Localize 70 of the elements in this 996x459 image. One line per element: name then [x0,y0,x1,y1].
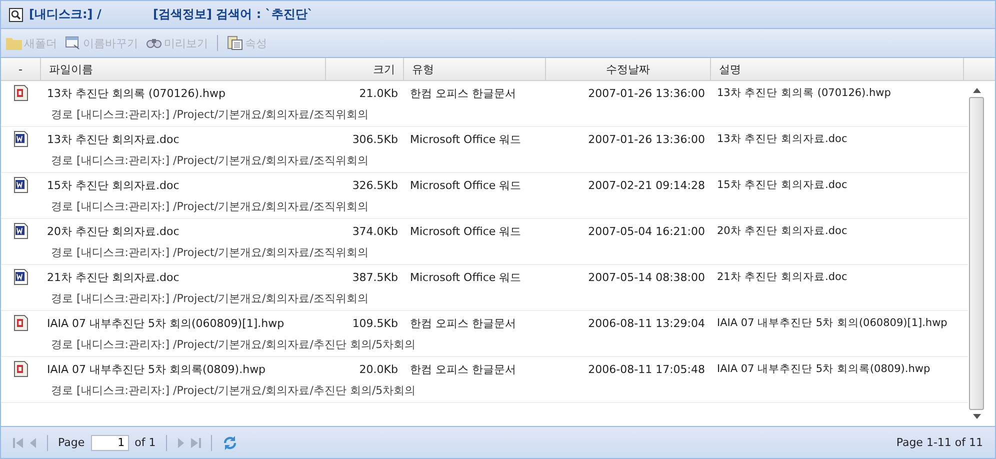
file-size: 374.0Kb [351,224,399,238]
file-type: 한컴 오피스 한글문서 [409,362,517,376]
folder-icon [6,36,22,50]
word-file-icon [14,223,28,239]
file-path: 경로 [내디스크:관리자:] /Project/기본개요/회의자료/조직위회의 [50,198,368,214]
file-type: Microsoft Office 워드 [409,270,522,284]
hwp-file-icon [14,85,28,101]
modified-date: 2006-08-11 17:05:48 [587,362,706,376]
search-icon [9,8,23,22]
modified-date: 2007-02-21 09:14:28 [587,178,706,192]
file-description: 13차 추진단 회의자료.doc [716,132,848,146]
file-name[interactable]: 13차 추진단 회의자료.doc [41,132,326,146]
column-header[interactable]: 수정날짜 [546,58,711,80]
window-icon [65,36,81,50]
word-file-icon [14,131,28,147]
page-count: of 1 [134,436,156,449]
file-size: 306.5Kb [351,132,399,146]
file-path: 경로 [내디스크:관리자:] /Project/기본개요/회의자료/추진단 회의/5차회의 [50,382,416,398]
page-label: Page [58,436,85,449]
file-path: 경로 [내디스크:관리자:] /Project/기본개요/회의자료/조직위회의 [50,106,368,122]
search-info: [검색정보] 검색어 : `추진단` [153,6,314,23]
file-size: 326.5Kb [351,178,399,192]
modified-date: 2007-05-14 08:38:00 [587,270,706,284]
location-path: [내디스크:] / [29,6,102,23]
file-type: Microsoft Office 워드 [409,132,522,146]
hwp-file-icon [14,315,28,331]
column-header[interactable]: - [1,58,41,80]
word-file-icon [14,177,28,193]
file-size: 21.0Kb [358,86,399,100]
file-name[interactable]: 13차 추진단 회의록 (070126).hwp [41,86,326,100]
scroll-down-icon[interactable] [972,414,980,420]
file-name[interactable]: IAIA 07 내부추진단 5차 회의(060809)[1].hwp [41,316,326,330]
document-icon [227,36,243,50]
page-summary: Page 1-11 of 11 [896,436,983,449]
file-description: 20차 추진단 회의자료.doc [716,224,848,238]
file-path: 경로 [내디스크:관리자:] /Project/기본개요/회의자료/조직위회의 [50,152,368,168]
column-header[interactable]: 크기 [326,58,404,80]
file-size: 109.5Kb [351,316,399,330]
modified-date: 2007-01-26 13:36:00 [587,86,706,100]
file-name[interactable]: IAIA 07 내부추진단 5차 회의록(0809).hwp [41,362,326,376]
file-description: 21차 추진단 회의자료.doc [716,270,848,284]
page-input[interactable]: 1 [90,434,129,450]
file-description: 13차 추진단 회의록 (070126).hwp [716,86,892,100]
file-path: 경로 [내디스크:관리자:] /Project/기본개요/회의자료/조직위회의 [50,290,368,306]
file-description: IAIA 07 내부추진단 5차 회의(060809)[1].hwp [716,316,948,330]
file-name[interactable]: 15차 추진단 회의자료.doc [41,178,326,192]
modified-date: 2007-05-04 16:21:00 [587,224,706,238]
file-type: Microsoft Office 워드 [409,178,522,192]
column-header[interactable]: 설명 [711,58,964,80]
file-path: 경로 [내디스크:관리자:] /Project/기본개요/회의자료/추진단 회의/5차회의 [50,336,416,352]
file-size: 387.5Kb [351,270,399,284]
file-name[interactable]: 21차 추진단 회의자료.doc [41,270,326,284]
hwp-file-icon [14,361,28,377]
file-size: 20.0Kb [358,362,399,376]
word-file-icon [14,269,28,285]
file-name[interactable]: 20차 추진단 회의자료.doc [41,224,326,238]
column-header[interactable]: 유형 [404,58,546,80]
scroll-up-icon[interactable] [972,87,980,93]
file-path: 경로 [내디스크:관리자:] /Project/기본개요/회의자료/조직위회의 [50,244,368,260]
refresh-icon[interactable] [222,434,238,450]
modified-date: 2006-08-11 13:29:04 [587,316,706,330]
modified-date: 2007-01-26 13:36:00 [587,132,706,146]
binoculars-icon [146,36,162,50]
file-type: 한컴 오피스 한글문서 [409,316,517,330]
file-type: 한컴 오피스 한글문서 [409,86,517,100]
file-description: IAIA 07 내부추진단 5차 회의록(0809).hwp [716,362,932,376]
scroll-thumb[interactable] [969,97,984,410]
column-header[interactable]: 파일이름 [41,58,326,80]
file-description: 15차 추진단 회의자료.doc [716,178,848,192]
file-type: Microsoft Office 워드 [409,224,522,238]
